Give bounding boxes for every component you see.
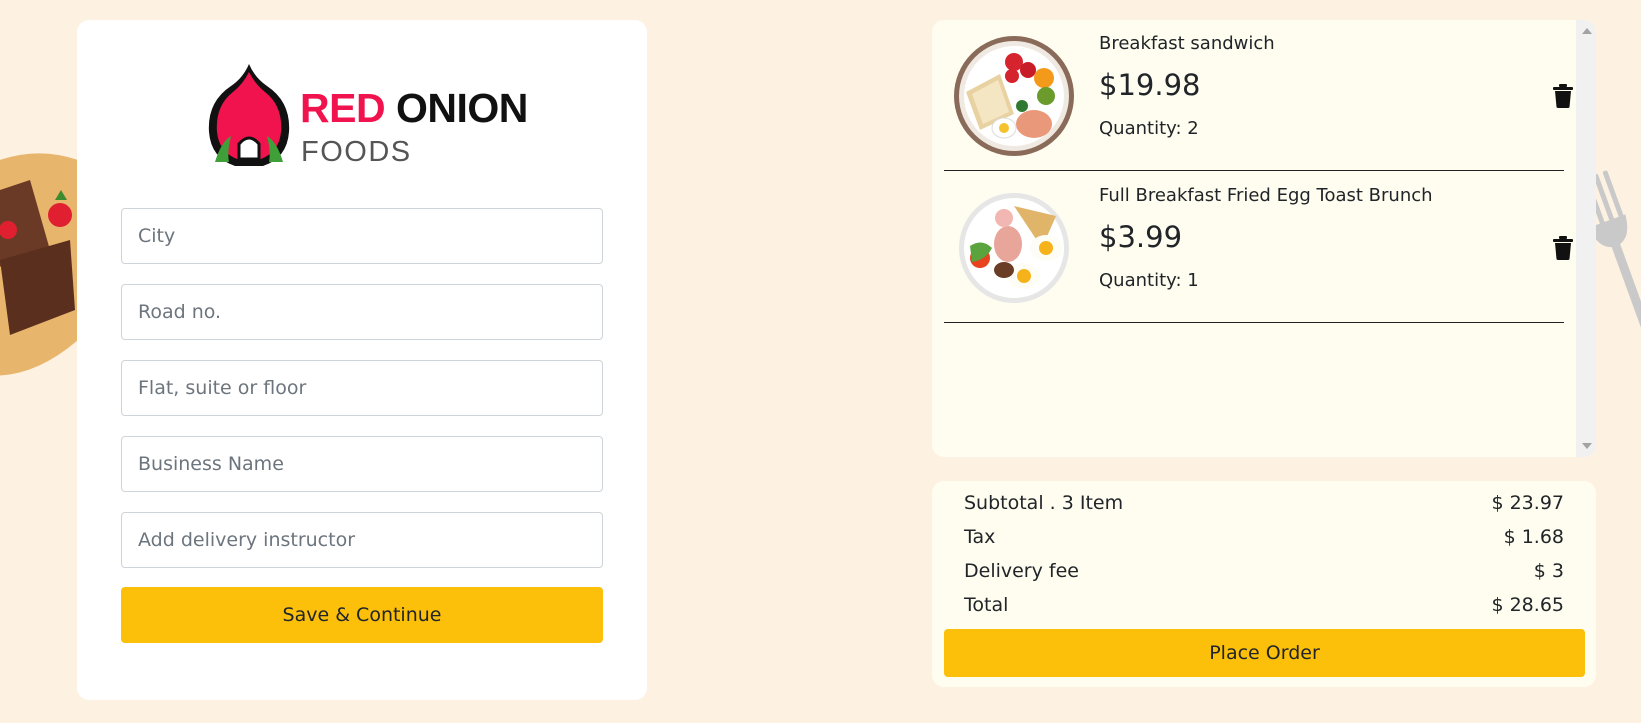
summary-label: Subtotal . 3 Item <box>964 492 1124 514</box>
business-name-input[interactable] <box>121 436 603 492</box>
brand-name: RED ONION <box>300 85 528 131</box>
summary-row-total: Total $ 28.65 <box>964 594 1564 624</box>
trash-icon[interactable] <box>1552 236 1574 260</box>
fork-illustration <box>1592 170 1641 338</box>
cart-item: Breakfast sandwich $19.98 Quantity: 2 <box>944 20 1573 171</box>
delivery-instruction-input[interactable] <box>121 512 603 568</box>
road-input[interactable] <box>121 284 603 340</box>
summary-value: $ 23.97 <box>1491 492 1564 514</box>
summary-value: $ 28.65 <box>1491 594 1564 616</box>
breakfast-plate-icon <box>954 36 1074 156</box>
scroll-down-icon[interactable] <box>1582 443 1592 449</box>
item-name: Full Breakfast Fried Egg Toast Brunch <box>1099 185 1433 206</box>
brand-subtitle: FOODS <box>301 136 412 168</box>
summary-label: Delivery fee <box>964 560 1079 582</box>
save-continue-button[interactable]: Save & Continue <box>121 587 603 643</box>
city-input[interactable] <box>121 208 603 264</box>
item-quantity: Quantity: 2 <box>1099 118 1199 139</box>
scroll-up-icon[interactable] <box>1582 28 1592 34</box>
cutting-board-illustration <box>0 153 78 376</box>
red-onion-logo: RED ONION FOODS <box>205 62 535 172</box>
summary-value: $ 3 <box>1533 560 1564 582</box>
item-quantity: Quantity: 1 <box>1099 270 1199 291</box>
item-name: Breakfast sandwich <box>1099 33 1275 54</box>
summary-row-subtotal: Subtotal . 3 Item $ 23.97 <box>964 492 1564 522</box>
summary-row-tax: Tax $ 1.68 <box>964 526 1564 556</box>
order-summary: Subtotal . 3 Item $ 23.97 Tax $ 1.68 Del… <box>932 481 1596 687</box>
delivery-form-card: RED ONION FOODS Save & Continue <box>77 20 647 700</box>
place-order-button[interactable]: Place Order <box>944 629 1585 677</box>
flat-input[interactable] <box>121 360 603 416</box>
summary-label: Total <box>964 594 1009 616</box>
item-price: $19.98 <box>1099 68 1201 102</box>
cart-list: Breakfast sandwich $19.98 Quantity: 2 Fu… <box>932 20 1576 457</box>
delivery-form: Save & Continue <box>121 208 603 643</box>
summary-row-delivery-fee: Delivery fee $ 3 <box>964 560 1564 590</box>
fried-egg-plate-icon <box>959 193 1069 303</box>
trash-icon[interactable] <box>1552 84 1574 108</box>
summary-value: $ 1.68 <box>1503 526 1564 548</box>
cart-item: Full Breakfast Fried Egg Toast Brunch $3… <box>944 172 1573 323</box>
cart-panel: Breakfast sandwich $19.98 Quantity: 2 Fu… <box>932 20 1596 457</box>
summary-label: Tax <box>964 526 996 548</box>
item-price: $3.99 <box>1099 220 1183 254</box>
onion-logo-icon <box>208 64 290 166</box>
cart-scrollbar[interactable] <box>1576 20 1596 457</box>
